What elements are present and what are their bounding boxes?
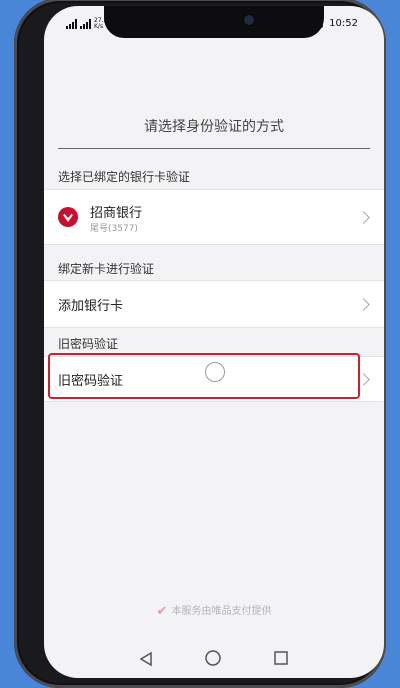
section-label-password: 旧密码验证 <box>58 337 119 351</box>
divider <box>58 148 370 149</box>
highlight-box <box>48 353 360 399</box>
footer-text: 本服务由唯品支付提供 <box>171 606 272 617</box>
add-bank-card-label: 添加银行卡 <box>58 299 124 314</box>
notch <box>104 6 324 38</box>
page-title: 请选择身份验证的方式 <box>144 119 284 135</box>
add-bank-card-item[interactable]: 添加银行卡 <box>44 280 384 328</box>
section-label-new-card: 绑定新卡进行验证 <box>58 262 155 276</box>
home-icon[interactable] <box>204 649 222 667</box>
clock: 10:52 <box>329 18 358 29</box>
chevron-right-icon <box>357 298 370 311</box>
bank-name: 招商银行 <box>90 206 143 221</box>
signal-icon-2 <box>80 19 91 29</box>
recent-apps-icon[interactable] <box>273 650 289 666</box>
network-speed-unit: K/s <box>94 23 104 30</box>
bank-card-item[interactable]: 招商银行 尾号(3577) <box>44 189 384 245</box>
phone-frame: 27.8K/s 86 10:52 请选择身份验证的方式 选择已绑定的银行卡验证 … <box>14 0 386 688</box>
screen: 27.8K/s 86 10:52 请选择身份验证的方式 选择已绑定的银行卡验证 … <box>44 6 384 678</box>
footer: ✔ 本服务由唯品支付提供 <box>44 602 384 619</box>
section-label-bound-card: 选择已绑定的银行卡验证 <box>58 170 191 184</box>
vip-pay-logo-icon: ✔ <box>156 604 168 619</box>
touch-indicator <box>205 362 225 382</box>
card-tail-number: 尾号(3577) <box>90 224 138 234</box>
status-left: 27.8 K/s <box>66 18 107 30</box>
navigation-bar <box>44 646 384 674</box>
bank-logo-icon <box>58 207 78 227</box>
chevron-right-icon <box>357 211 370 224</box>
signal-icon <box>66 19 77 29</box>
camera-icon <box>244 15 254 25</box>
